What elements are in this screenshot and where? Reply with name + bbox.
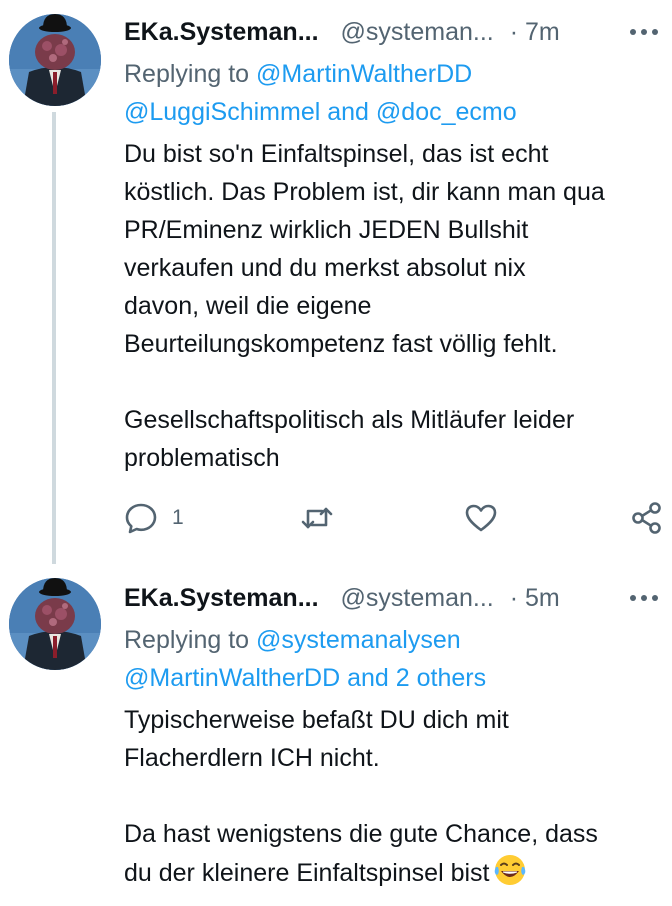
tweet-text-line: problematisch [124,444,280,472]
reply-button[interactable]: 1 [124,496,184,540]
like-icon [465,504,497,532]
mention-link[interactable]: @MartinWaltherDD [124,664,340,692]
tweet-text-line: davon, weil die eigene [124,292,372,320]
tweet-text-segment: du der kleinere Einfaltspinsel bist [124,859,490,887]
share-icon [632,502,661,534]
tweet-text-line-with-emoji: du der kleinere Einfaltspinsel bist [124,853,672,891]
mention-and[interactable]: and [347,664,389,692]
timestamp[interactable]: · 5m [510,584,560,613]
handle[interactable]: @systeman... [341,584,494,613]
mention-link[interactable]: @MartinWaltherDD [256,60,472,88]
tweet-text-line: verkaufen und du merkst absolut nix [124,254,526,282]
tweet-text-line: Beurteilungskompetenz fast völlig fehlt. [124,330,558,358]
more-icon[interactable] [626,586,662,610]
reply-icon [125,503,157,534]
tweet[interactable]: EKa.Systeman... @systeman... · 7m Replyi… [0,0,672,566]
replying-to: Replying to @systemanalysen @MartinWalth… [124,621,662,697]
replying-to-label: Replying to [124,60,250,88]
timestamp[interactable]: · 7m [510,18,560,47]
mention-link[interactable]: @LuggiSchimmel [124,98,320,126]
avatar[interactable] [9,578,101,670]
tweet-text-line: Typischerweise befaßt DU dich mit [124,706,509,734]
replying-to: Replying to @MartinWaltherDD @LuggiSchim… [124,55,662,131]
tweet-text-line: Flacherdlern ICH nicht. [124,744,380,772]
tweet-text-line: köstlich. Das Problem ist, dir kann man … [124,178,605,206]
tweet-text-line: Da hast wenigstens die gute Chance, dass [124,820,598,848]
mention-and[interactable]: and [327,98,369,126]
display-name[interactable]: EKa.Systeman... [124,584,319,613]
share-button[interactable] [630,496,664,540]
display-name[interactable]: EKa.Systeman... [124,18,319,47]
more-icon[interactable] [626,20,662,44]
tweet-header: EKa.Systeman... @systeman... · 7m [124,12,672,52]
mention-link[interactable]: @systemanalysen [256,626,461,654]
tweet-text: Du bist so'n Einfaltspinsel, das ist ech… [124,135,672,477]
like-button[interactable] [464,496,498,540]
retweet-button[interactable] [300,496,334,540]
replying-to-label: Replying to [124,626,250,654]
tweet-text-line: Gesellschaftspolitisch als Mitläufer lei… [124,406,575,434]
mention-link[interactable]: @doc_ecmo [376,98,517,126]
tweet-text-line: PR/Eminenz wirklich JEDEN Bullshit [124,216,529,244]
handle[interactable]: @systeman... [341,18,494,47]
others-link[interactable]: 2 others [396,664,486,692]
tweet-text-line: Du bist so'n Einfaltspinsel, das ist ech… [124,140,549,168]
tweet-actions: 1 [0,496,672,540]
face-with-tears-of-joy-icon [495,855,526,885]
tweet-text: Typischerweise befaßt DU dich mit Flache… [124,701,672,891]
avatar-image [9,14,101,106]
reply-count: 1 [172,506,184,529]
retweet-icon [301,507,333,529]
tweet[interactable]: EKa.Systeman... @systeman... · 5m Replyi… [0,566,672,906]
avatar[interactable] [9,14,101,106]
avatar-image [9,578,101,670]
tweet-header: EKa.Systeman... @systeman... · 5m [124,578,672,618]
